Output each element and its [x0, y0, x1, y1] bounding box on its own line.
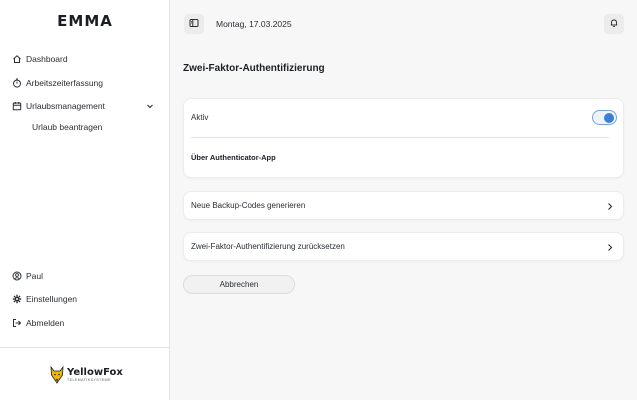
sidebar-item-label: Arbeitszeiterfassung: [26, 78, 104, 88]
bell-icon: [609, 15, 619, 33]
chevron-right-icon: [608, 244, 613, 251]
logo-tagline: TELEMATIKSYSTEME: [67, 377, 111, 382]
page-title: Zwei-Faktor-Authentifizierung: [183, 63, 325, 74]
row-label: Neue Backup-Codes generieren: [191, 201, 306, 210]
sidebar-item-label: Dashboard: [26, 54, 68, 64]
sidebar-item-label: Urlaubsmanagement: [26, 101, 105, 111]
sidebar-item-profile[interactable]: Paul: [12, 268, 43, 284]
sidebar-item-abmelden[interactable]: Abmelden: [12, 315, 64, 331]
sidebar-item-dashboard[interactable]: Dashboard: [12, 51, 68, 67]
logo-name: YellowFox: [67, 366, 123, 378]
topbar: Montag, 17.03.2025: [170, 0, 637, 46]
logout-icon: [12, 318, 22, 328]
sidebar-item-einstellungen[interactable]: Einstellungen: [12, 291, 77, 307]
active-toggle[interactable]: [592, 110, 617, 125]
gear-icon: [12, 294, 22, 304]
chevron-down-icon[interactable]: [146, 101, 154, 111]
generate-backup-codes-row[interactable]: Neue Backup-Codes generieren: [183, 191, 624, 220]
yellowfox-logo: YellowFox TELEMATIKSYSTEME: [50, 366, 123, 384]
sidebar-item-label: Paul: [26, 271, 44, 281]
sidebar-item-label: Abmelden: [26, 318, 65, 328]
app-brand: EMMA: [57, 12, 113, 30]
toggle-knob: [604, 113, 614, 123]
two-factor-status-card: Aktiv Über Authenticator-App: [183, 98, 624, 178]
stopwatch-icon: [12, 78, 22, 88]
notifications-button[interactable]: [604, 14, 624, 34]
active-label: Aktiv: [191, 113, 209, 122]
home-icon: [12, 54, 22, 64]
calendar-icon: [12, 101, 22, 111]
sidebar-item-label: Einstellungen: [26, 294, 78, 304]
reset-two-factor-row[interactable]: Zwei-Faktor-Authentifizierung zurücksetz…: [183, 232, 624, 261]
sidebar-divider: [0, 347, 170, 348]
toggle-sidebar-button[interactable]: [184, 14, 204, 34]
user-icon: [12, 271, 22, 281]
sidebar-item-urlaubsmanagement[interactable]: Urlaubsmanagement: [12, 98, 105, 114]
current-date: Montag, 17.03.2025: [216, 19, 292, 29]
cancel-button[interactable]: Abbrechen: [183, 275, 295, 294]
sidebar-subitem-urlaub-beantragen[interactable]: Urlaub beantragen: [32, 122, 102, 132]
sidebar: EMMA Dashboard Arbeitszeiterfassung Urla…: [0, 0, 170, 400]
sidebar-item-arbeitszeiterfassung[interactable]: Arbeitszeiterfassung: [12, 75, 103, 91]
method-label: Über Authenticator-App: [191, 153, 276, 162]
sidebar-toggle-icon: [189, 15, 199, 33]
chevron-right-icon: [608, 203, 613, 210]
card-divider: [191, 137, 609, 138]
row-label: Zwei-Faktor-Authentifizierung zurücksetz…: [191, 242, 345, 251]
fox-logo-icon: [50, 366, 64, 384]
